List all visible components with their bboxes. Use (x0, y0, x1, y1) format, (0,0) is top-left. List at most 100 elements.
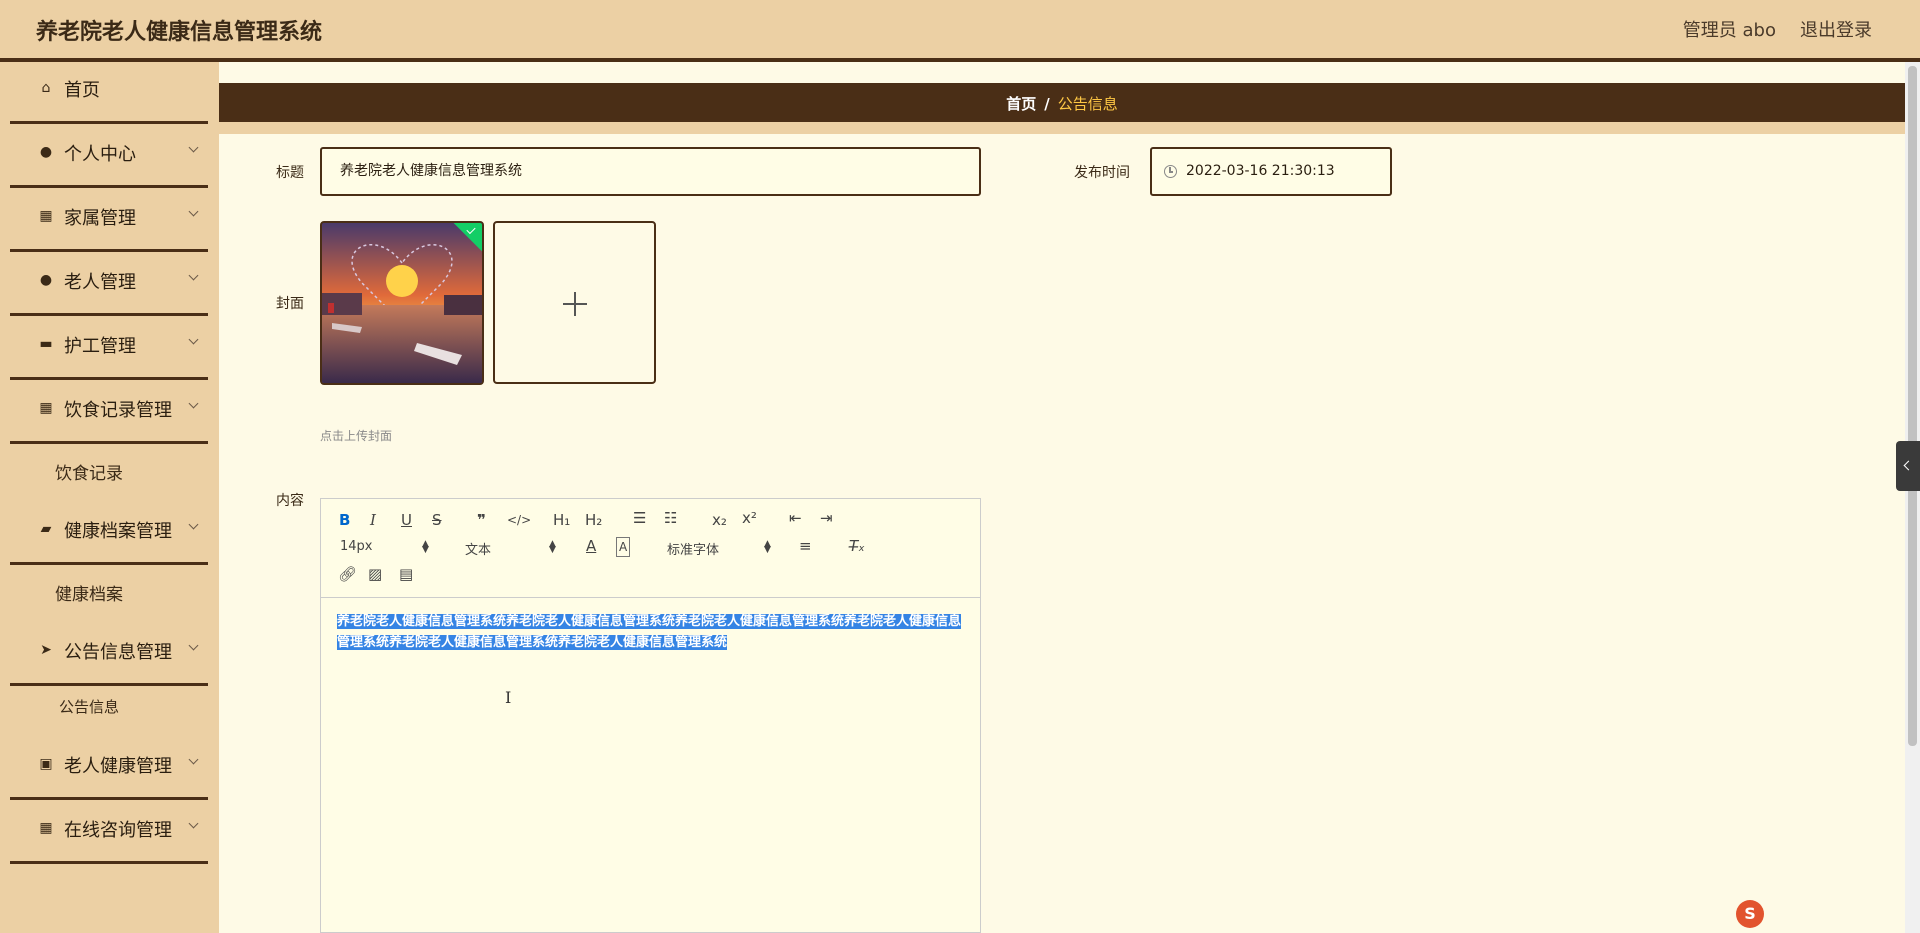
font-color-button[interactable]: A (586, 537, 596, 555)
image-icon[interactable]: ▨ (368, 565, 382, 583)
user-icon: ● (39, 272, 53, 288)
ordered-list-button[interactable]: ☰ (633, 509, 646, 527)
cover-label: 封面 (276, 296, 304, 312)
sidebar-item-elderly-health[interactable]: ▣ 老人健康管理 (10, 738, 208, 800)
chevron-down-icon (188, 208, 198, 218)
sidebar-item-label: 个人中心 (64, 144, 136, 165)
font-size-select[interactable]: 14px ▲ ▼ (340, 539, 430, 555)
cover-image-graphic (322, 223, 482, 383)
title-input[interactable]: 养老院老人健康信息管理系统 (320, 147, 981, 196)
heading2-button[interactable]: H₂ (585, 511, 602, 529)
outdent-button[interactable]: ⇤ (789, 509, 802, 527)
sidebar-item-label: 护工管理 (64, 336, 136, 357)
sidebar-item-label: 首页 (64, 80, 100, 101)
sidebar-item-home[interactable]: ⌂ 首页 (10, 62, 208, 124)
superscript-button[interactable]: x² (742, 509, 757, 527)
sidebar-subitem-diet-record[interactable]: 饮食记录 (10, 449, 208, 493)
select-arrows-icon: ▲ ▼ (422, 539, 429, 555)
breadcrumb-home[interactable]: 首页 (1006, 95, 1036, 113)
sidebar-item-label: 老人健康管理 (64, 756, 172, 777)
logout-link[interactable]: 退出登录 (1800, 16, 1872, 42)
chevron-down-icon (188, 272, 198, 282)
scrollbar-thumb[interactable] (1908, 66, 1917, 746)
chevron-down-icon (188, 336, 198, 346)
breadcrumb-separator: / (1044, 95, 1050, 113)
align-button[interactable]: ≡ (799, 537, 812, 555)
cover-upload-tip: 点击上传封面 (320, 429, 393, 443)
chat-icon: ▬ (39, 336, 53, 352)
text-cursor-icon: I (505, 688, 512, 707)
sidebar-item-elderly[interactable]: ● 老人管理 (10, 254, 208, 316)
top-header: 养老院老人健康信息管理系统 管理员 abo 退出登录 (0, 0, 1920, 62)
sidebar-item-label: 家属管理 (64, 208, 136, 229)
sidebar-item-label: 健康档案管理 (64, 521, 172, 542)
clock-icon (1164, 165, 1177, 178)
link-icon[interactable]: 🔗︎ (338, 565, 357, 583)
sidebar-item-diet[interactable]: ▦ 饮食记录管理 (10, 382, 208, 444)
sidebar-item-profile[interactable]: ● 个人中心 (10, 126, 208, 188)
ime-logo-icon: S (1736, 900, 1764, 928)
chevron-down-icon (188, 144, 198, 154)
text-style-select[interactable]: 文本 ▲ ▼ (465, 539, 557, 559)
chevron-down-icon (188, 400, 198, 410)
sidebar-item-label: 在线咨询管理 (64, 820, 172, 841)
wallet-icon: ▰ (40, 521, 52, 537)
font-family-value: 标准字体 (667, 543, 720, 558)
heading1-button[interactable]: H₁ (553, 511, 570, 529)
grid-icon: ▦ (39, 820, 53, 836)
side-panel-toggle[interactable] (1896, 441, 1920, 491)
ime-toolbar: S (1736, 900, 1906, 928)
title-label: 标题 (276, 165, 304, 181)
sidebar-item-health-file[interactable]: ▰ 健康档案管理 (10, 503, 208, 565)
video-icon[interactable]: ▤ (399, 565, 413, 583)
app-title: 养老院老人健康信息管理系统 (36, 20, 323, 45)
sidebar-subitem-label: 公告信息 (59, 698, 120, 716)
italic-button[interactable]: I (370, 511, 376, 529)
sidebar-subitem-label: 饮食记录 (55, 464, 123, 484)
sidebar-item-consult[interactable]: ▦ 在线咨询管理 (10, 802, 208, 864)
sidebar-item-label: 饮食记录管理 (64, 400, 172, 421)
underline-button[interactable]: U (401, 511, 412, 529)
breadcrumb-underline (219, 122, 1905, 134)
plus-icon-vertical (574, 292, 576, 316)
blockquote-button[interactable]: ❞ (477, 511, 486, 529)
editor-toolbar: B I U S ❞ </> H₁ H₂ ☰ ☷ x₂ x² ⇤ ⇥ 14px ▲… (321, 499, 980, 598)
editor-content[interactable]: 养老院老人健康信息管理系统养老院老人健康信息管理系统养老院老人健康信息管理系统养… (337, 611, 967, 653)
sidebar-item-label: 公告信息管理 (64, 642, 172, 663)
sidebar-subitem-label: 健康档案 (55, 585, 123, 605)
bullet-list-button[interactable]: ☷ (664, 509, 677, 527)
sidebar-item-caregiver[interactable]: ▬ 护工管理 (10, 318, 208, 380)
bold-button[interactable]: B (339, 511, 350, 529)
background-color-button[interactable]: A (616, 537, 631, 557)
strikethrough-button[interactable]: S (432, 511, 442, 529)
font-family-select[interactable]: 标准字体 ▲ ▼ (667, 539, 772, 559)
current-user: 管理员 abo (1682, 20, 1776, 41)
grid-icon: ▦ (39, 208, 53, 224)
sidebar-subitem-health-file[interactable]: 健康档案 (10, 570, 208, 614)
sidebar-subitem-notice[interactable]: 公告信息 (10, 686, 208, 730)
selected-text: 养老院老人健康信息管理系统养老院老人健康信息管理系统养老院老人健康信息管理系统养… (337, 614, 962, 650)
sidebar-item-family[interactable]: ▦ 家属管理 (10, 190, 208, 252)
grid-icon: ▦ (39, 400, 53, 416)
chevron-down-icon (188, 820, 198, 830)
briefcase-icon: ▣ (39, 756, 53, 772)
user-icon: ● (39, 144, 53, 160)
home-icon: ⌂ (41, 80, 51, 96)
select-arrows-icon: ▲ ▼ (549, 539, 556, 555)
sidebar-item-label: 老人管理 (64, 272, 136, 293)
cover-upload-button[interactable] (493, 221, 656, 384)
content-label: 内容 (276, 493, 304, 509)
rich-text-editor[interactable]: B I U S ❞ </> H₁ H₂ ☰ ☷ x₂ x² ⇤ ⇥ 14px ▲… (320, 498, 981, 933)
chevron-down-icon (188, 521, 198, 531)
code-block-button[interactable]: </> (507, 511, 531, 529)
indent-button[interactable]: ⇥ (820, 509, 833, 527)
select-arrows-icon: ▲ ▼ (764, 539, 771, 555)
breadcrumb-current: 公告信息 (1057, 95, 1118, 113)
sidebar-item-notice[interactable]: ➤ 公告信息管理 (10, 624, 208, 686)
cover-image[interactable] (320, 221, 484, 385)
clear-format-button[interactable]: T̶ₓ (849, 537, 865, 555)
publish-time-value: 2022-03-16 21:30:13 (1186, 163, 1335, 179)
chevron-down-icon (188, 642, 198, 652)
subscript-button[interactable]: x₂ (712, 511, 727, 529)
publish-time-input[interactable]: 2022-03-16 21:30:13 (1150, 147, 1392, 196)
